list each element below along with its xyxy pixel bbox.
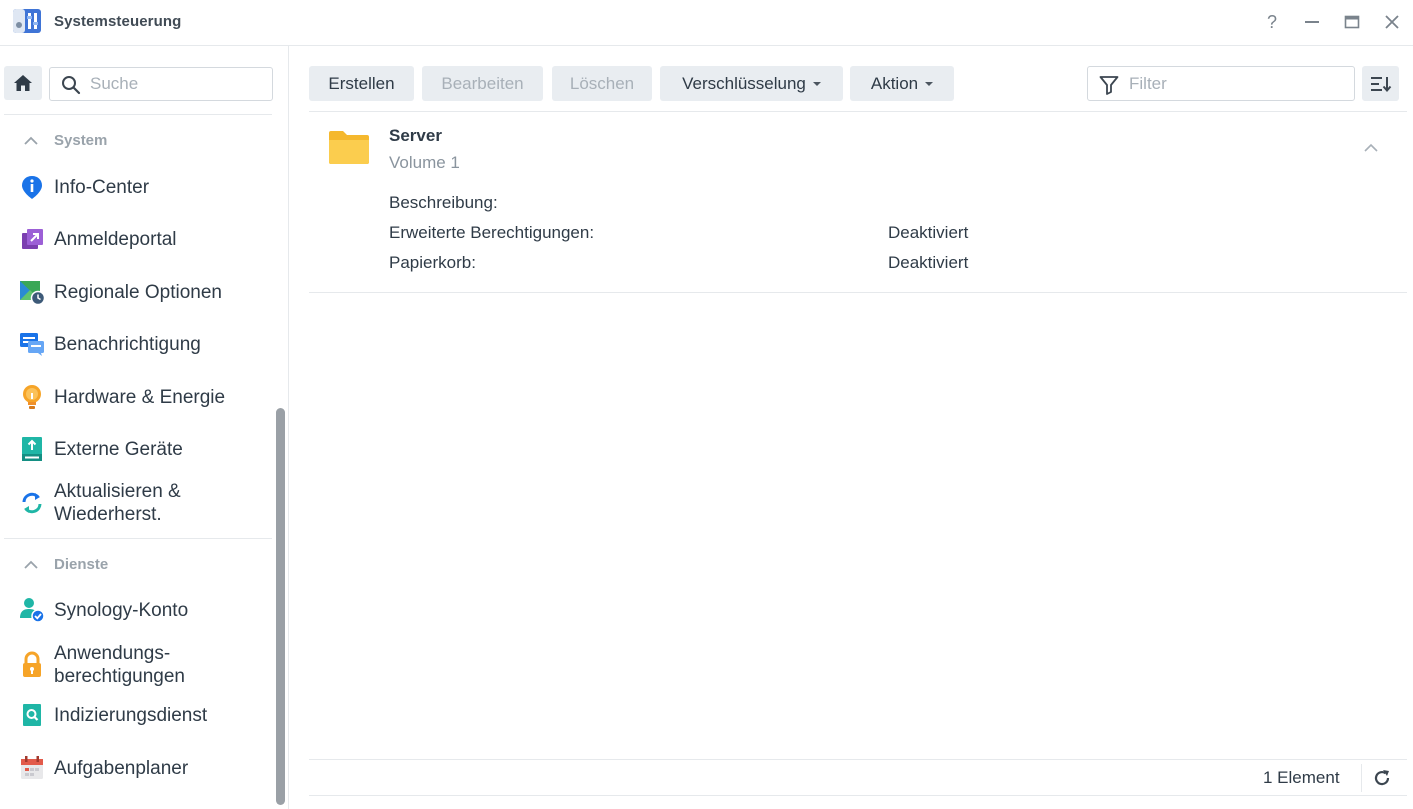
action-label: Aktion xyxy=(870,73,919,93)
sidebar-item-app-permissions[interactable]: Anwendungs- berechtigungen xyxy=(16,640,272,690)
recycle-bin-value: Deaktiviert xyxy=(888,253,969,272)
update-restore-icon xyxy=(16,489,48,517)
item-count: 1 Element xyxy=(1263,768,1340,787)
sidebar: System Info-Center Anmeldeportal Regiona… xyxy=(0,46,289,809)
footer-divider-top xyxy=(309,759,1407,760)
sidebar-item-label-line1: Aktualisieren & xyxy=(54,481,181,502)
sidebar-item-label: Aufgabenplaner xyxy=(54,757,189,779)
sidebar-divider xyxy=(4,538,272,539)
help-icon: ? xyxy=(1266,11,1277,32)
window-title: Systemsteuerung xyxy=(54,13,182,30)
caret-down-icon xyxy=(925,81,934,86)
sidebar-item-label: Indizierungsdienst xyxy=(54,704,208,726)
maximize-button[interactable] xyxy=(1340,10,1364,34)
info-icon xyxy=(16,173,48,201)
chevron-up-icon xyxy=(24,136,40,145)
action-dropdown[interactable]: Aktion xyxy=(850,66,954,101)
section-label: System xyxy=(54,131,108,149)
sidebar-item-label: Externe Geräte xyxy=(54,438,183,460)
regional-options-icon xyxy=(16,278,48,306)
filter-input[interactable] xyxy=(1129,74,1339,94)
collapse-button[interactable] xyxy=(1363,140,1379,152)
create-button[interactable]: Erstellen xyxy=(309,66,414,101)
sidebar-item-label: Info-Center xyxy=(54,176,150,198)
search-input[interactable] xyxy=(90,74,266,94)
shared-folder-volume: Volume 1 xyxy=(389,153,460,172)
footer-divider-bottom xyxy=(309,795,1407,796)
notification-icon xyxy=(16,330,48,358)
sidebar-item-login-portal[interactable]: Anmeldeportal xyxy=(16,225,272,253)
advanced-permissions-value: Deaktiviert xyxy=(888,223,969,242)
synology-account-icon xyxy=(16,596,48,624)
footer-separator xyxy=(1361,764,1362,792)
sidebar-item-indexing-service[interactable]: Indizierungsdienst xyxy=(16,701,272,729)
sidebar-item-synology-account[interactable]: Synology-Konto xyxy=(16,596,272,624)
sidebar-item-label-line1: Anwendungs- xyxy=(54,643,171,664)
calendar-icon xyxy=(16,754,48,782)
description-label: Beschreibung: xyxy=(389,193,498,212)
sidebar-item-hardware-power[interactable]: Hardware & Energie xyxy=(16,383,272,411)
sort-icon xyxy=(1370,76,1391,92)
sidebar-item-task-scheduler[interactable]: Aufgabenplaner xyxy=(16,754,272,782)
sidebar-item-label: Synology-Konto xyxy=(54,599,189,621)
indexing-service-icon xyxy=(16,701,48,729)
caret-down-icon xyxy=(812,81,821,86)
minimize-button[interactable] xyxy=(1300,10,1324,34)
sidebar-item-update-restore[interactable]: Aktualisieren & Wiederherst. xyxy=(16,478,272,528)
refresh-button[interactable] xyxy=(1371,767,1393,789)
control-panel-app-icon xyxy=(11,7,43,35)
edit-button[interactable]: Bearbeiten xyxy=(422,66,543,101)
login-portal-icon xyxy=(16,225,48,253)
sidebar-item-label-line2: berechtigungen xyxy=(54,666,185,687)
folder-icon xyxy=(329,131,369,164)
encryption-dropdown[interactable]: Verschlüsselung xyxy=(660,66,843,101)
refresh-icon xyxy=(1374,770,1390,786)
home-icon xyxy=(14,75,32,91)
help-button[interactable]: ? xyxy=(1260,10,1284,34)
recycle-bin-label: Papierkorb: xyxy=(389,253,476,272)
close-button[interactable] xyxy=(1380,10,1404,34)
encryption-label: Verschlüsselung xyxy=(682,73,806,93)
close-icon xyxy=(1385,15,1399,29)
filter-field[interactable] xyxy=(1087,66,1355,101)
section-label: Dienste xyxy=(54,555,109,573)
sidebar-scrollbar[interactable] xyxy=(276,408,285,805)
external-devices-icon xyxy=(16,435,48,463)
sidebar-item-label: Benachrichtigung xyxy=(54,333,201,355)
lightbulb-icon xyxy=(16,383,48,411)
sidebar-divider xyxy=(4,114,272,115)
advanced-permissions-label: Erweiterte Berechtigungen: xyxy=(389,223,595,242)
sidebar-item-label: Regionale Optionen xyxy=(54,281,222,303)
home-button[interactable] xyxy=(4,66,42,100)
sidebar-item-notification[interactable]: Benachrichtigung xyxy=(16,330,272,358)
sidebar-item-regional-options[interactable]: Regionale Optionen xyxy=(16,278,272,306)
minimize-icon xyxy=(1305,21,1319,23)
sidebar-item-label: Anmeldeportal xyxy=(54,228,177,250)
search-icon xyxy=(62,76,81,95)
item-divider xyxy=(309,292,1407,293)
filter-icon xyxy=(1099,76,1119,95)
sort-button[interactable] xyxy=(1362,66,1399,101)
sidebar-item-label: Anwendungs- berechtigungen xyxy=(54,642,185,688)
sidebar-item-label: Hardware & Energie xyxy=(54,386,226,408)
delete-button[interactable]: Löschen xyxy=(552,66,652,101)
chevron-up-icon xyxy=(24,560,40,569)
section-header-system[interactable]: System xyxy=(24,129,107,151)
sidebar-item-label: Aktualisieren & Wiederherst. xyxy=(54,480,181,526)
sidebar-item-external-devices[interactable]: Externe Geräte xyxy=(16,435,272,463)
search-field[interactable] xyxy=(49,67,273,101)
title-bar: Systemsteuerung ? xyxy=(0,0,1413,46)
chevron-up-icon xyxy=(1364,143,1378,152)
shared-folder-name: Server xyxy=(389,126,442,145)
shared-folder-item[interactable]: Server Volume 1 Beschreibung: Erweiterte… xyxy=(309,112,1407,292)
maximize-icon xyxy=(1344,15,1360,29)
sidebar-item-info-center[interactable]: Info-Center xyxy=(16,173,272,201)
lock-icon xyxy=(16,651,48,679)
section-header-services[interactable]: Dienste xyxy=(24,553,108,575)
sidebar-item-label-line2: Wiederherst. xyxy=(54,504,162,525)
